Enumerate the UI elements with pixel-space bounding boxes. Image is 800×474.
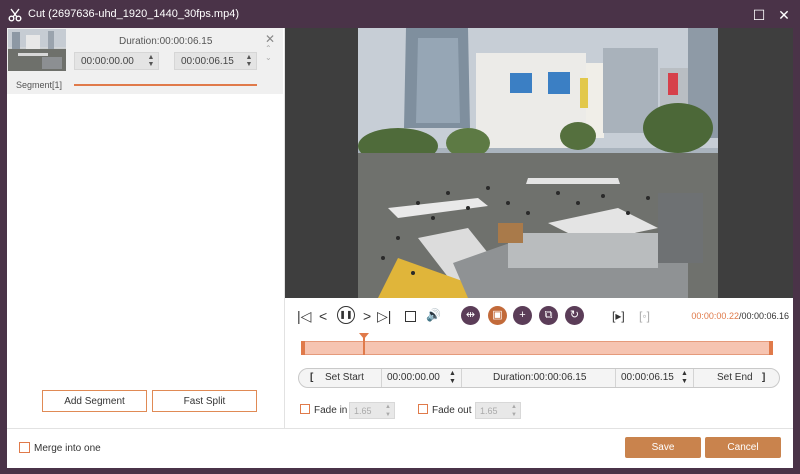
fade-out-label: Fade out: [432, 405, 472, 416]
fast-split-button[interactable]: Fast Split: [152, 390, 257, 412]
divider: [693, 369, 694, 387]
merge-label: Merge into one: [34, 443, 101, 454]
divider: [615, 369, 616, 387]
playback-controls: |◁ < ❚❚ > ▷| 🔊 ⇹ ▣ + ⧉ ↻ [▸] [◦] 00:00:0…: [285, 304, 793, 330]
street-thumbnail-image: [8, 29, 66, 71]
copy-icon[interactable]: ⧉: [539, 306, 558, 325]
segment-end-field[interactable]: 00:00:06.15 ▲ ▼: [174, 52, 257, 70]
end-handle[interactable]: [769, 341, 773, 355]
segment-start-value: 00:00:00.00: [81, 56, 134, 67]
video-preview: [285, 28, 793, 298]
move-down-icon[interactable]: ⌄: [265, 53, 272, 62]
playhead[interactable]: [358, 333, 369, 355]
set-start-button[interactable]: Set Start: [325, 369, 364, 387]
segment-end-value: 00:00:06.15: [181, 56, 234, 67]
set-range-bar: [ Set Start 00:00:00.00 ▲ ▼ Duration:00:0…: [298, 368, 780, 388]
open-bracket-icon: [: [310, 372, 314, 383]
fade-out-input[interactable]: 1.65 ▲ ▼: [475, 402, 521, 419]
divider: [381, 369, 382, 387]
cancel-button[interactable]: Cancel: [705, 437, 781, 458]
close-bracket-icon: ]: [762, 372, 766, 383]
segment-range-line: [74, 84, 257, 86]
next-frame-icon[interactable]: >: [363, 308, 371, 324]
pause-icon[interactable]: ❚❚: [337, 306, 355, 324]
prev-frame-icon[interactable]: <: [319, 308, 327, 324]
video-frame: [358, 28, 718, 298]
fade-in-checkbox[interactable]: [300, 404, 310, 414]
reset-icon[interactable]: ↻: [565, 306, 584, 325]
trim-timeline[interactable]: [301, 333, 773, 355]
range-end-spinner-icon[interactable]: ▲ ▼: [681, 370, 688, 388]
maximize-button[interactable]: ☐: [750, 6, 768, 24]
fade-in-spinner-icon[interactable]: ▲ ▼: [385, 403, 391, 419]
segment-item[interactable]: Duration:00:00:06.15 00:00:00.00 ▲ ▼ 00:0…: [7, 28, 283, 94]
fade-out-spinner-icon[interactable]: ▲ ▼: [511, 403, 517, 419]
close-button[interactable]: ✕: [775, 6, 793, 24]
start-spinner-icon[interactable]: ▲ ▼: [147, 54, 155, 70]
current-time: 00:00:00.22: [691, 311, 739, 321]
move-up-icon[interactable]: ⌃: [265, 44, 272, 53]
street-scene-image: [358, 28, 718, 298]
mark-in-icon[interactable]: [▸]: [612, 309, 625, 323]
preview-panel: |◁ < ❚❚ > ▷| 🔊 ⇹ ▣ + ⧉ ↻ [▸] [◦] 00:00:0…: [285, 28, 793, 428]
start-handle[interactable]: [301, 341, 305, 355]
range-end-value[interactable]: 00:00:06.15: [621, 369, 674, 387]
fade-out-value: 1.65: [480, 406, 498, 416]
segment-thumbnail: [8, 29, 66, 71]
fade-in-input[interactable]: 1.65 ▲ ▼: [349, 402, 395, 419]
set-end-button[interactable]: Set End: [717, 369, 753, 387]
stop-icon[interactable]: [405, 311, 416, 322]
range-duration: Duration:00:00:06.15: [493, 372, 587, 383]
fade-in-label: Fade in: [314, 405, 348, 416]
divider: [461, 369, 462, 387]
jump-start-icon[interactable]: |◁: [297, 308, 311, 325]
window-title: Cut (2697636-uhd_1920_1440_30fps.mp4): [28, 8, 239, 20]
jump-end-icon[interactable]: ▷|: [377, 308, 391, 325]
add-segment-button[interactable]: Add Segment: [42, 390, 147, 412]
fade-in-value: 1.65: [354, 406, 372, 416]
segment-duration: Duration:00:00:06.15: [119, 36, 213, 47]
save-button[interactable]: Save: [625, 437, 701, 458]
total-time: /00:00:06.16: [738, 311, 789, 321]
reorder-arrows: ⌃ ⌄: [265, 44, 272, 62]
scissors-icon: [8, 8, 22, 22]
segment-start-field[interactable]: 00:00:00.00 ▲ ▼: [74, 52, 159, 70]
segment-label: Segment[1]: [16, 80, 63, 90]
volume-icon[interactable]: 🔊: [426, 308, 441, 322]
merge-checkbox[interactable]: [19, 442, 30, 453]
split-icon[interactable]: ⇹: [461, 306, 480, 325]
time-display: 00:00:00.22/00:00:06.16: [691, 311, 789, 321]
range-start-value[interactable]: 00:00:00.00: [387, 369, 440, 387]
title-bar: Cut (2697636-uhd_1920_1440_30fps.mp4) ☐ …: [0, 0, 800, 30]
crop-icon[interactable]: ▣: [488, 306, 507, 325]
segment-panel: Duration:00:00:06.15 00:00:00.00 ▲ ▼ 00:0…: [7, 28, 285, 428]
range-start-spinner-icon[interactable]: ▲ ▼: [449, 370, 456, 388]
end-spinner-icon[interactable]: ▲ ▼: [245, 54, 253, 70]
mark-out-icon[interactable]: [◦]: [639, 309, 650, 323]
add-icon[interactable]: +: [513, 306, 532, 325]
cut-dialog: Duration:00:00:06.15 00:00:00.00 ▲ ▼ 00:0…: [7, 28, 793, 468]
bottom-bar: Merge into one Save Cancel: [7, 428, 793, 468]
fade-out-checkbox[interactable]: [418, 404, 428, 414]
